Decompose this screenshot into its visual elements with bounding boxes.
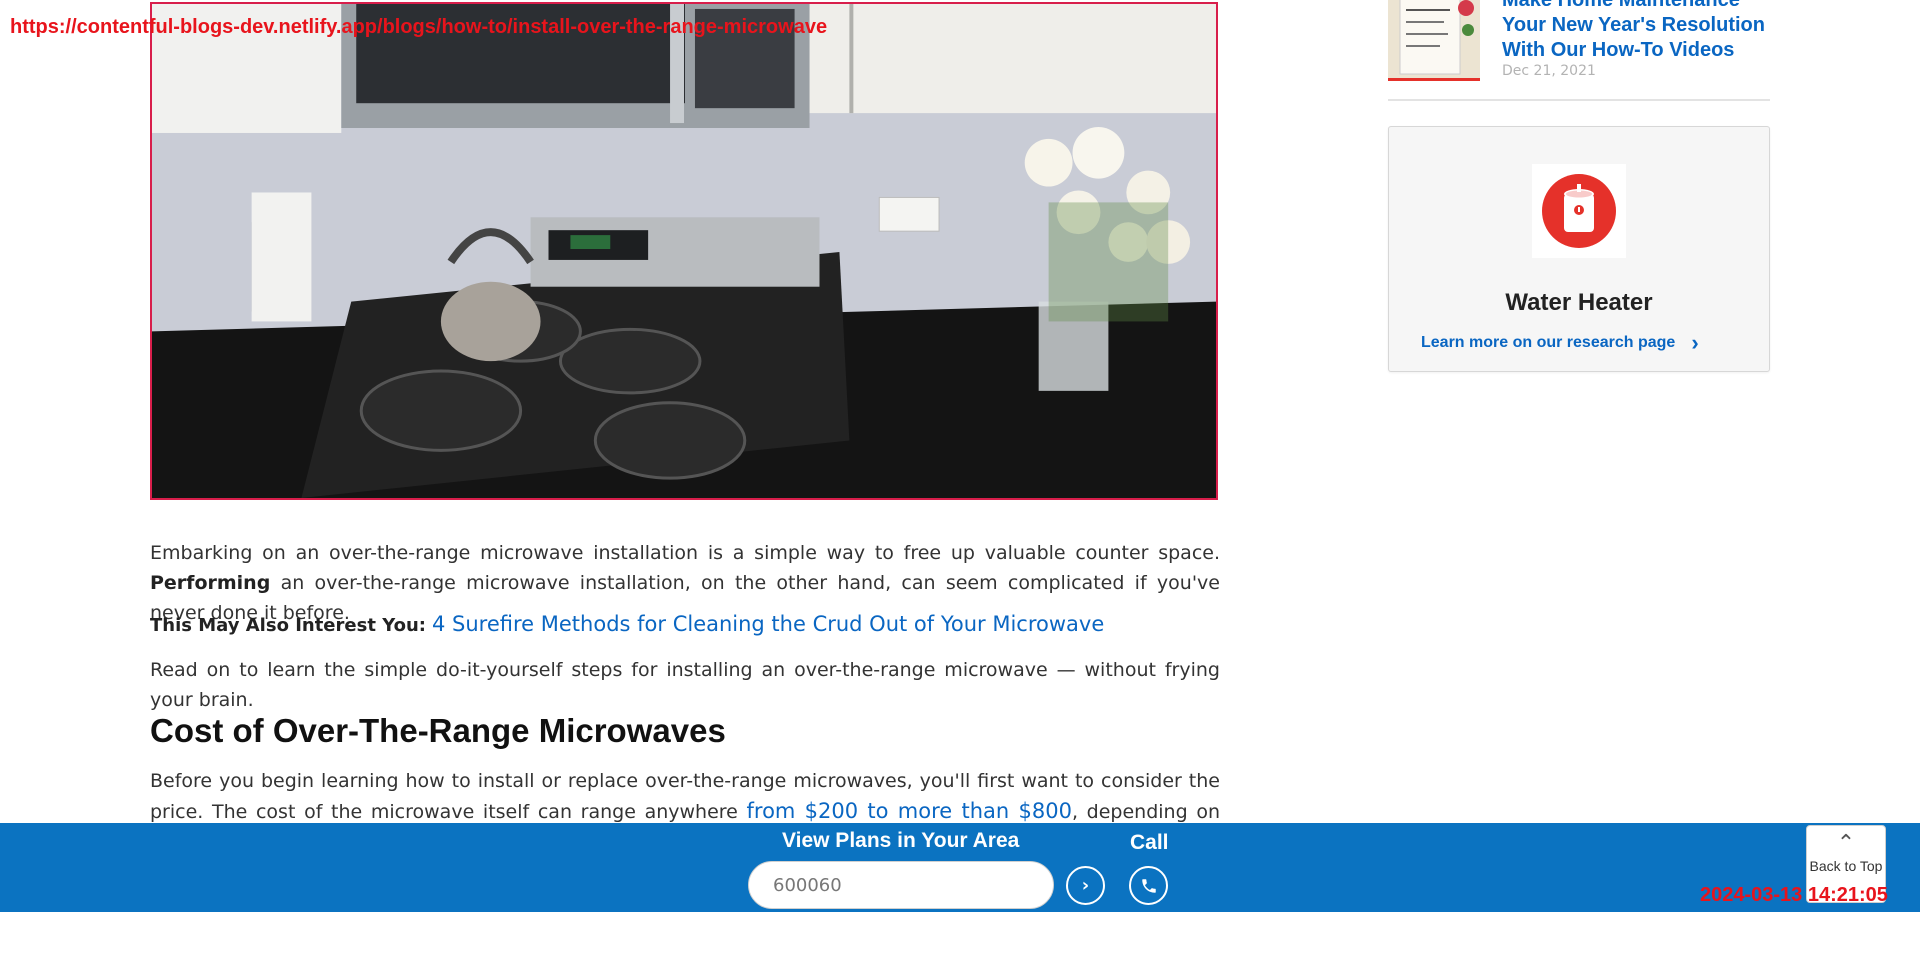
water-heater-card: Water Heater Learn more on our research … [1388,126,1770,372]
related-post-title[interactable]: Make Home Maintenance Your New Year's Re… [1502,0,1772,63]
kitchen-photo [152,4,1216,498]
view-plans-title: View Plans in Your Area [782,829,1020,852]
related-post-date: Dec 21, 2021 [1502,63,1596,79]
read-on-paragraph: Read on to learn the simple do-it-yourse… [150,659,1220,711]
chevron-up-icon: ⌃ [1836,831,1856,856]
chevron-right-icon: › [1081,875,1090,896]
water-heater-title: Water Heater [1505,289,1653,316]
zip-code-input[interactable] [748,861,1054,909]
hero-image [150,2,1218,500]
section-heading: Cost of Over-The-Range Microwaves [150,712,726,749]
chevron-right-icon: › [1691,330,1699,355]
related-post-card[interactable]: Make Home Maintenance Your New Year's Re… [1388,0,1770,100]
bottom-cta-bar: View Plans in Your Area › Call [0,823,1920,912]
submit-zip-button[interactable]: › [1066,866,1105,905]
price-range-link[interactable]: from $200 to more than $800 [747,799,1072,823]
research-page-link[interactable]: Learn more on our research page › [1421,330,1699,356]
related-post-thumbnail[interactable] [1388,0,1480,81]
water-heater-icon [1532,164,1626,258]
url-overlay: https://contentful-blogs-dev.netlify.app… [10,16,828,38]
call-button[interactable] [1129,866,1168,905]
research-page-link-label: Learn more on our research page [1421,334,1676,351]
call-label: Call [1130,831,1169,854]
intro-bold: Performing [150,572,271,594]
interest-link[interactable]: 4 Surefire Methods for Cleaning the Crud… [432,612,1104,636]
phone-icon [1141,878,1156,893]
related-interest: This May Also Interest You: 4 Surefire M… [150,612,1104,636]
back-to-top-label: Back to Top [1809,858,1883,874]
interest-label: This May Also Interest You: [150,615,426,636]
sidebar-divider [1388,99,1770,101]
timestamp-overlay: 2024-03-13 14:21:05 [1700,884,1888,906]
